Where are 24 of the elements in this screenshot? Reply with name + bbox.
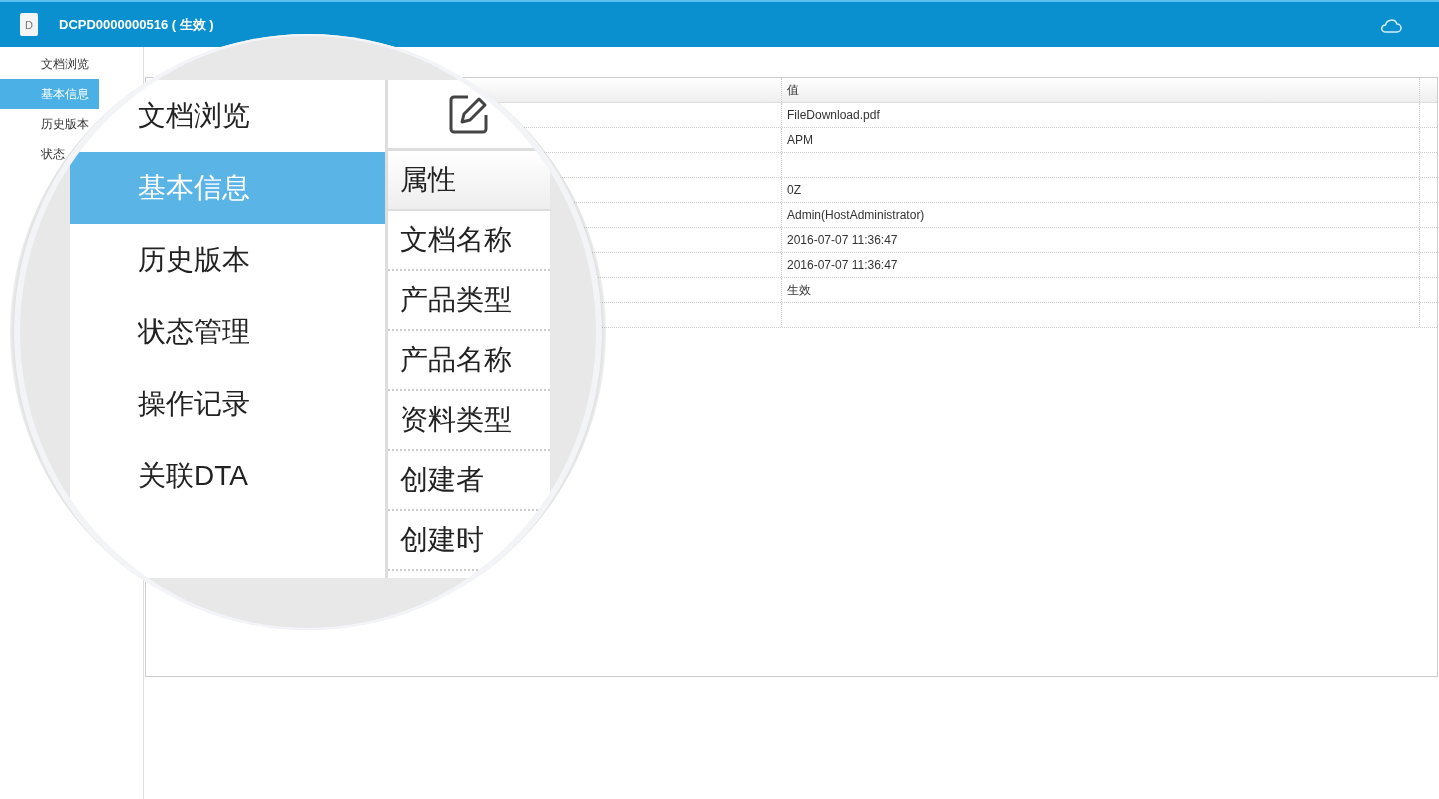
window-title: DCPD0000000516 ( 生效 ) [59, 15, 214, 34]
table-cell: 创建时 [388, 511, 550, 571]
sidebar-item[interactable]: 历史版本 [138, 243, 250, 277]
table-cell: 生效 [782, 278, 1420, 302]
sidebar-item[interactable]: 操作记录 [138, 387, 250, 421]
cloud-icon[interactable] [1380, 16, 1402, 33]
table-cell: 2016-07-07 11:36:47 [782, 253, 1420, 277]
sidebar-item[interactable]: 状态管理 [138, 315, 250, 349]
edit-icon[interactable] [448, 93, 490, 135]
table-cell: 创建者 [388, 451, 550, 511]
column-header: 值 [782, 78, 1420, 102]
column-header: 属性 [388, 151, 550, 211]
table-cell: 2016-07-07 11:36:47 [782, 228, 1420, 252]
document-icon: D [20, 13, 38, 36]
table-cell: 文档名称 [388, 211, 550, 271]
sidebar-item[interactable]: 关联DTA [138, 459, 248, 493]
table-cell: 0Z [782, 178, 1420, 202]
table-cell: APM [782, 128, 1420, 152]
table-cell: Admin(HostAdministrator) [782, 203, 1420, 227]
table-cell: 产品类型 [388, 271, 550, 331]
table-cell: FileDownload.pdf [782, 103, 1420, 127]
table-cell: 产品名称 [388, 331, 550, 391]
sidebar-item[interactable]: 文档浏览 [138, 99, 250, 133]
table-cell: 资料类型 [388, 391, 550, 451]
